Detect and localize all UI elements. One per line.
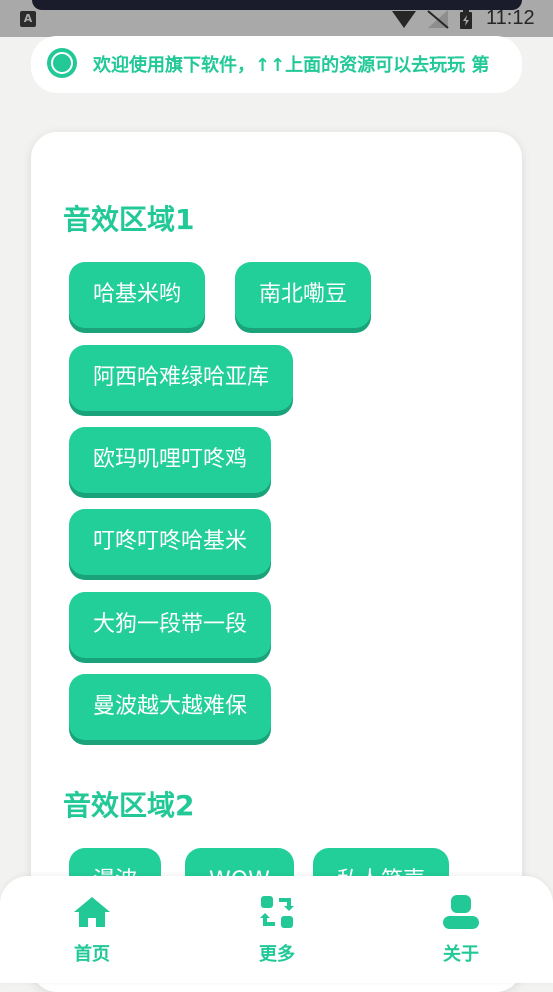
battery-charging-icon — [460, 10, 472, 29]
sound-button[interactable]: 欧玛叽哩叮咚鸡 — [69, 427, 272, 493]
announcement-bar[interactable]: 欢迎使用旗下软件，↑↑上面的资源可以去玩玩 第 — [31, 36, 522, 93]
announcement-text: 欢迎使用旗下软件，↑↑上面的资源可以去玩玩 第 — [93, 55, 490, 76]
home-icon — [74, 897, 110, 927]
nav-more[interactable]: 更多 — [237, 894, 317, 966]
sound-button[interactable]: 南北嘞豆 — [235, 262, 372, 328]
bottom-navigation: 首页 更多 关于 — [0, 876, 553, 983]
sound-button[interactable]: 大狗一段带一段 — [69, 592, 272, 658]
nav-home[interactable]: 首页 — [52, 894, 132, 966]
nav-label: 关于 — [443, 944, 479, 965]
sound-button[interactable]: 阿西哈难绿哈亚库 — [69, 345, 294, 411]
wifi-icon — [392, 11, 416, 28]
nav-about[interactable]: 关于 — [421, 894, 501, 966]
system-icons — [392, 10, 472, 29]
sound-card[interactable]: 音效区域1 哈基米哟 南北嘞豆 阿西哈难绿哈亚库 欧玛叽哩叮咚鸡 叮咚叮咚哈基米… — [31, 132, 522, 992]
status-bar: A 11:12 — [0, 0, 553, 37]
nav-label: 更多 — [259, 944, 295, 965]
section-title-1: 音效区域1 — [63, 203, 195, 236]
section-title-2: 音效区域2 — [63, 789, 195, 822]
notice-dot-icon — [47, 48, 77, 78]
nav-label: 首页 — [74, 944, 110, 965]
no-signal-icon — [427, 10, 449, 29]
swap-icon — [260, 896, 294, 928]
sound-button[interactable]: 哈基米哟 — [69, 262, 206, 328]
sound-button[interactable]: 曼波越大越难保 — [69, 674, 272, 740]
app-indicator-icon: A — [20, 11, 36, 27]
sound-button[interactable]: 叮咚叮咚哈基米 — [69, 509, 272, 575]
user-icon — [443, 895, 479, 929]
status-time: 11:12 — [486, 7, 535, 29]
